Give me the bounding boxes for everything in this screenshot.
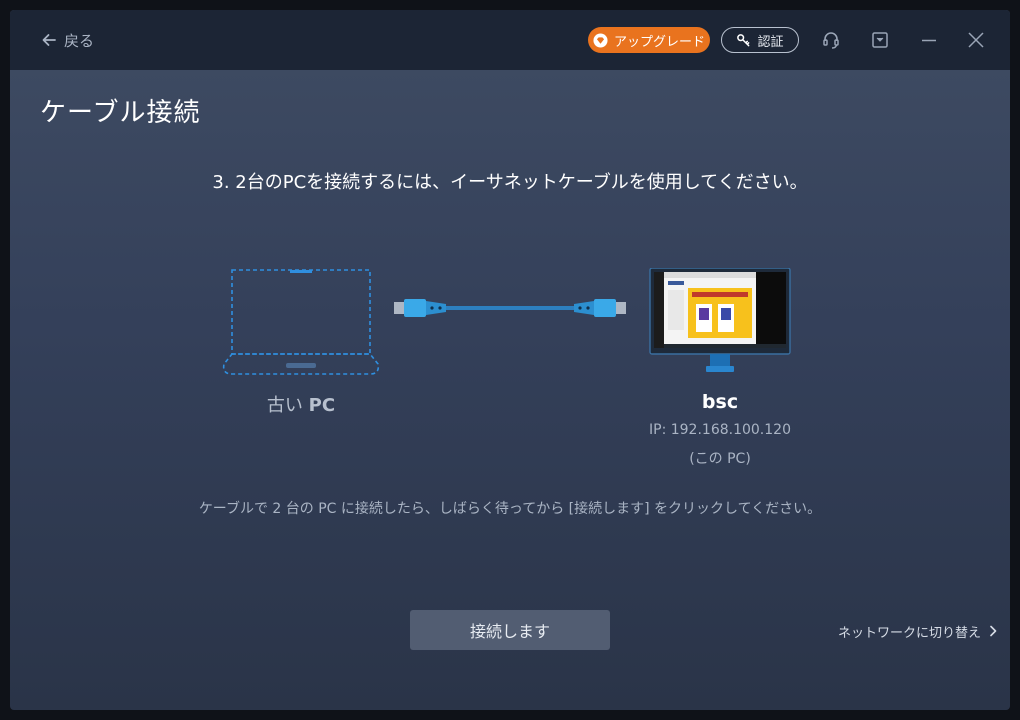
connect-button[interactable]: 接続します: [410, 610, 610, 650]
this-pc-note: (この PC): [689, 451, 751, 467]
download-icon: [872, 32, 888, 48]
title-bar: 戻る アップグレード 認証: [10, 10, 1010, 70]
this-pc-ip: IP: 192.168.100.120: [649, 422, 791, 438]
auth-label: 認証: [757, 34, 784, 50]
close-icon: [968, 32, 984, 48]
minimize-icon: [922, 39, 936, 42]
old-pc-label-suffix: PC: [308, 395, 336, 416]
step-instruction: 3. 2台のPCを接続するには、イーサネットケーブルを使用してください。: [212, 172, 808, 193]
switch-network-link[interactable]: ネットワークに切り替え: [838, 621, 999, 641]
support-headset-icon: [823, 32, 839, 49]
chevron-right-icon: [990, 625, 997, 637]
switch-network-label: ネットワークに切り替え: [838, 625, 982, 641]
arrow-left-icon: [42, 34, 56, 46]
minimize-button[interactable]: [917, 28, 941, 52]
old-pc-laptop-icon: [222, 269, 380, 375]
download-button[interactable]: [868, 28, 892, 52]
ethernet-cable-icon: [394, 299, 626, 317]
this-pc-monitor-icon: [649, 268, 791, 372]
app-window: 戻る アップグレード 認証 ケーブル接続 3. 2台のPCを接続するには、イーサ…: [10, 10, 1010, 710]
back-button[interactable]: 戻る: [40, 28, 94, 52]
page-title: ケーブル接続: [40, 98, 201, 128]
diamond-icon: [593, 32, 608, 48]
upgrade-button[interactable]: アップグレード: [588, 27, 710, 53]
back-label: 戻る: [64, 31, 95, 50]
support-button[interactable]: [819, 28, 843, 52]
upgrade-label: アップグレード: [613, 34, 705, 50]
close-button[interactable]: [964, 28, 988, 52]
key-icon: [737, 33, 750, 46]
this-pc-name: bsc: [701, 391, 739, 413]
old-pc-label-prefix: 古い: [266, 395, 303, 416]
connection-hint: ケーブルで 2 台の PC に接続したら、しばらく待ってから [接続します] を…: [198, 501, 822, 517]
old-pc-label: 古い PC: [222, 391, 380, 417]
auth-button[interactable]: 認証: [721, 27, 799, 53]
